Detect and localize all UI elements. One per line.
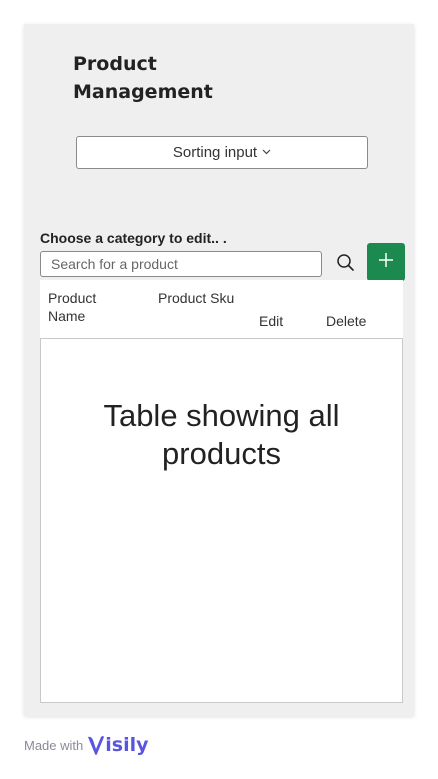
page-title: Product Management xyxy=(73,53,213,103)
visily-wordmark: isily xyxy=(105,734,149,756)
main-card: Product Management Sorting input Choose … xyxy=(24,24,414,716)
column-header-delete: Delete xyxy=(326,313,367,329)
column-header-edit: Edit xyxy=(259,313,284,329)
visily-logo: isily xyxy=(87,734,148,756)
visily-v-icon xyxy=(88,736,105,755)
search-icon[interactable] xyxy=(335,252,357,274)
category-label: Choose a category to edit.. . xyxy=(40,230,227,246)
sorting-input-label: Sorting input xyxy=(172,144,258,161)
made-with-label: Made with xyxy=(24,737,84,753)
sorting-input-button[interactable]: Sorting input xyxy=(76,136,368,169)
search-input[interactable] xyxy=(40,251,322,277)
add-product-button[interactable] xyxy=(367,243,405,281)
made-with-footer[interactable]: Made with isily xyxy=(24,734,148,756)
table-placeholder-text: Table showing all products xyxy=(103,398,340,471)
chevron-down-icon xyxy=(262,147,271,158)
table-header: Product Name Product Sku Edit Delete xyxy=(40,280,403,339)
column-header-product-name[interactable]: Product Name xyxy=(48,289,128,325)
column-header-product-sku[interactable]: Product Sku xyxy=(158,289,238,307)
plus-icon xyxy=(377,251,395,274)
products-table: Table showing all products xyxy=(40,338,403,703)
